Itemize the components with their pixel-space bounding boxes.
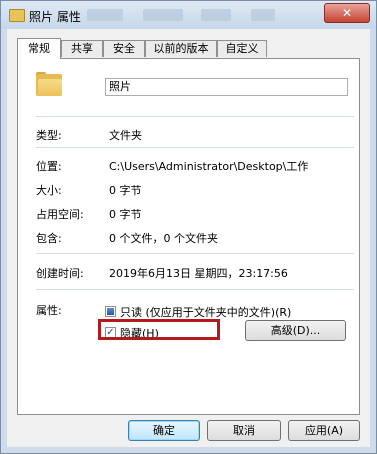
separator xyxy=(36,289,354,290)
location-value: C:\Users\Administrator\Desktop\工作 xyxy=(109,160,309,173)
location-label: 位置: xyxy=(36,160,62,173)
folder-icon xyxy=(9,9,25,22)
close-button[interactable]: ✕ xyxy=(324,3,370,23)
type-label: 类型: xyxy=(36,129,62,142)
readonly-label[interactable]: 只读 (仅应用于文件夹中的文件)(R) xyxy=(120,304,291,320)
separator xyxy=(36,116,354,117)
type-value: 文件夹 xyxy=(109,129,142,142)
folder-icon xyxy=(36,72,62,96)
ok-button[interactable]: 确定 xyxy=(128,420,200,441)
hidden-highlight-box xyxy=(98,319,220,340)
separator xyxy=(36,147,354,148)
apply-button[interactable]: 应用(A) xyxy=(288,420,360,441)
cancel-button[interactable]: 取消 xyxy=(207,420,281,441)
general-panel: 照片 类型: 文件夹 位置: C:\Users\Administrator\De… xyxy=(17,58,360,415)
dialog-client-area: 常规 共享 安全 以前的版本 自定义 照片 类型: 文件夹 位置: C:\Use… xyxy=(7,29,370,447)
created-label: 创建时间: xyxy=(36,267,84,280)
readonly-checkbox[interactable] xyxy=(105,306,116,317)
properties-window: 照片 属性 ✕ 常规 共享 安全 以前的版本 自定义 照片 类型: 文件夹 位置… xyxy=(0,0,377,454)
contains-label: 包含: xyxy=(36,232,62,245)
size-label: 大小: xyxy=(36,184,62,197)
title-blur-decoration xyxy=(201,9,231,21)
disk-size-value: 0 字节 xyxy=(109,208,142,221)
contains-value: 0 个文件，0 个文件夹 xyxy=(109,232,218,245)
separator xyxy=(36,253,354,254)
folder-name-input[interactable]: 照片 xyxy=(105,78,348,96)
tab-security[interactable]: 安全 xyxy=(103,40,145,57)
attributes-label: 属性: xyxy=(36,304,62,317)
tab-customize[interactable]: 自定义 xyxy=(217,40,267,57)
title-blur-decoration xyxy=(143,9,183,21)
size-value: 0 字节 xyxy=(109,184,142,197)
title-bar[interactable]: 照片 属性 ✕ xyxy=(1,1,376,29)
window-title: 照片 属性 xyxy=(29,10,81,24)
close-icon: ✕ xyxy=(341,6,353,20)
tab-general[interactable]: 常规 xyxy=(17,38,61,59)
created-value: 2019年6月13日 星期四，23:17:56 xyxy=(109,267,288,280)
tab-previous-versions[interactable]: 以前的版本 xyxy=(145,40,217,57)
title-blur-decoration xyxy=(87,9,123,21)
tab-sharing[interactable]: 共享 xyxy=(61,40,103,57)
disk-size-label: 占用空间: xyxy=(36,208,84,221)
advanced-button[interactable]: 高级(D)... xyxy=(245,320,346,341)
title-blur-decoration xyxy=(251,9,275,21)
